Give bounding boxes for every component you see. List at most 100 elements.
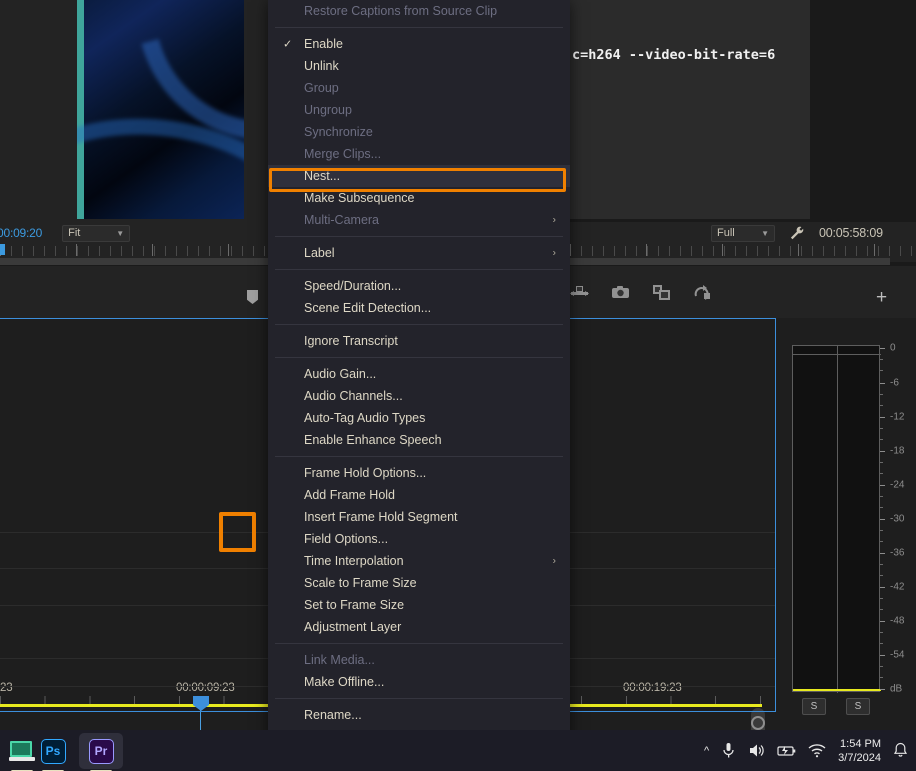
audio-meter-scale: 0 -6 -12 -18 -24 -30 -36 -42 -48 -54 dB	[880, 343, 916, 695]
menu-item-make-offline[interactable]: Make Offline...	[268, 671, 570, 693]
source-ruler-major-ticks	[0, 244, 268, 256]
menu-item-label: Audio Channels...	[304, 389, 403, 403]
menu-item-label: Auto-Tag Audio Types	[304, 411, 426, 425]
menu-item-label: Restore Captions from Source Clip	[304, 4, 498, 18]
menu-item-speed-duration[interactable]: Speed/Duration...	[268, 275, 570, 297]
meter-label: -48	[890, 615, 905, 627]
meter-label: -36	[890, 547, 905, 559]
menu-item-make-subsequence[interactable]: Make Subsequence	[268, 187, 570, 209]
menu-separator	[275, 698, 563, 699]
taskbar-app-photoshop[interactable]: Ps	[31, 733, 75, 771]
menu-item-label: Synchronize	[304, 125, 373, 139]
source-zoom-select[interactable]: Fit ▼	[62, 224, 131, 242]
menu-item-ignore-transcript[interactable]: Ignore Transcript	[268, 330, 570, 352]
menu-item-frame-hold-options[interactable]: Frame Hold Options...	[268, 462, 570, 484]
taskbar-clock[interactable]: 1:54 PM 3/7/2024	[838, 737, 881, 765]
tray-time: 1:54 PM	[840, 737, 881, 750]
menu-item-enable-enhance-speech[interactable]: Enable Enhance Speech	[268, 429, 570, 451]
menu-item-enable[interactable]: ✓ Enable	[268, 33, 570, 55]
export-frame-markers-icon[interactable]	[570, 284, 589, 301]
windows-taskbar: Ps Pr ^ 1:54 PM 3/7/2024	[0, 730, 916, 771]
menu-item-merge-clips: Merge Clips...	[268, 143, 570, 165]
program-ruler-major-ticks	[570, 244, 916, 256]
program-quality-select[interactable]: Full ▼	[711, 224, 775, 242]
microphone-icon[interactable]	[721, 742, 736, 759]
menu-item-label: Nest...	[304, 169, 341, 183]
menu-item-scale-to-frame-size[interactable]: Scale to Frame Size	[268, 572, 570, 594]
chevron-right-icon: ›	[552, 247, 556, 259]
solo-button-left[interactable]: S	[802, 698, 826, 715]
menu-item-label: Scale to Frame Size	[304, 576, 417, 590]
source-monitor-scrollbar[interactable]	[0, 258, 268, 265]
menu-item-scene-edit-detection[interactable]: Scene Edit Detection...	[268, 297, 570, 319]
menu-item-group: Group	[268, 77, 570, 99]
menu-item-nest[interactable]: Nest...	[268, 165, 570, 187]
meter-label: -12	[890, 411, 905, 423]
menu-item-label: Scene Edit Detection...	[304, 301, 432, 315]
menu-item-label: Rename...	[304, 708, 362, 722]
audio-meter-bars[interactable]	[792, 345, 881, 693]
menu-item-label: Frame Hold Options...	[304, 466, 427, 480]
menu-item-set-to-frame-size[interactable]: Set to Frame Size	[268, 594, 570, 616]
wrench-icon[interactable]	[789, 225, 805, 241]
menu-item-auto-tag-audio-types[interactable]: Auto-Tag Audio Types	[268, 407, 570, 429]
menu-item-label: Link Media...	[304, 653, 375, 667]
menu-item-label: Label	[304, 246, 335, 260]
timeline-toolbar	[570, 284, 712, 301]
menu-item-synchronize: Synchronize	[268, 121, 570, 143]
menu-item-label[interactable]: Label ›	[268, 242, 570, 264]
menu-item-audio-channels[interactable]: Audio Channels...	[268, 385, 570, 407]
tray-expand-chevron-icon[interactable]: ^	[704, 745, 709, 757]
chevron-down-icon: ▼	[761, 228, 769, 238]
add-track-button[interactable]: +	[876, 288, 887, 307]
tray-date: 3/7/2024	[838, 751, 881, 764]
program-timecode[interactable]: 00:05:58:09	[819, 226, 883, 240]
menu-item-adjustment-layer[interactable]: Adjustment Layer	[268, 616, 570, 638]
menu-item-label: Unlink	[304, 59, 339, 73]
taskbar-app-premiere[interactable]: Pr	[79, 733, 123, 771]
program-monitor-toolbar: Full ▼ 00:05:58:09	[570, 222, 916, 244]
timeline-ruler-label: 00:00:19:23	[623, 682, 682, 694]
menu-item-link-media: Link Media...	[268, 649, 570, 671]
menu-item-label: Enable Enhance Speech	[304, 433, 442, 447]
clip-context-menu[interactable]: Restore Captions from Source Clip ✓ Enable…	[268, 0, 570, 760]
bell-icon[interactable]	[893, 742, 908, 759]
menu-item-insert-frame-hold-segment[interactable]: Insert Frame Hold Segment	[268, 506, 570, 528]
clip-highlight-annotation	[219, 512, 256, 552]
battery-charging-icon[interactable]	[777, 742, 796, 759]
source-video-preview[interactable]	[77, 0, 244, 219]
wifi-icon[interactable]	[808, 742, 826, 759]
menu-item-field-options[interactable]: Field Options...	[268, 528, 570, 550]
menu-item-label: Merge Clips...	[304, 147, 382, 161]
menu-item-unlink[interactable]: Unlink	[268, 55, 570, 77]
camera-icon[interactable]	[611, 284, 630, 301]
refresh-clip-icon[interactable]	[693, 284, 712, 301]
program-command-text: c=h264 --video-bit-rate=6	[572, 47, 776, 63]
premiere-icon: Pr	[88, 738, 114, 764]
menu-item-rename[interactable]: Rename...	[268, 704, 570, 726]
menu-item-time-interpolation[interactable]: Time Interpolation ›	[268, 550, 570, 572]
meter-label: dB	[890, 683, 903, 695]
source-playhead[interactable]	[0, 244, 5, 255]
speaker-icon[interactable]	[748, 742, 765, 759]
program-monitor-panel	[570, 0, 810, 219]
timeline-ruler-label: 00:00:09:23	[176, 682, 235, 694]
solo-button-right[interactable]: S	[846, 698, 870, 715]
timeline-scroll-knob-top[interactable]	[751, 716, 765, 730]
filmstrip-icon[interactable]	[652, 284, 671, 301]
menu-separator	[275, 27, 563, 28]
chevron-right-icon: ›	[552, 214, 556, 226]
menu-item-label: Audio Gain...	[304, 367, 377, 381]
source-timecode[interactable]: 00:09:20	[0, 226, 42, 240]
menu-item-label: Speed/Duration...	[304, 279, 402, 293]
program-monitor-scrollbar[interactable]	[570, 258, 890, 265]
menu-separator	[275, 236, 563, 237]
menu-separator	[275, 456, 563, 457]
menu-item-audio-gain[interactable]: Audio Gain...	[268, 363, 570, 385]
timeline-ruler-label: 23	[0, 682, 13, 694]
menu-item-label: Field Options...	[304, 532, 389, 546]
source-monitor-panel	[0, 0, 268, 222]
timeline-playhead-handle[interactable]	[193, 696, 209, 711]
menu-item-restore-captions-from-source-clip: Restore Captions from Source Clip	[268, 0, 570, 22]
menu-item-add-frame-hold[interactable]: Add Frame Hold	[268, 484, 570, 506]
